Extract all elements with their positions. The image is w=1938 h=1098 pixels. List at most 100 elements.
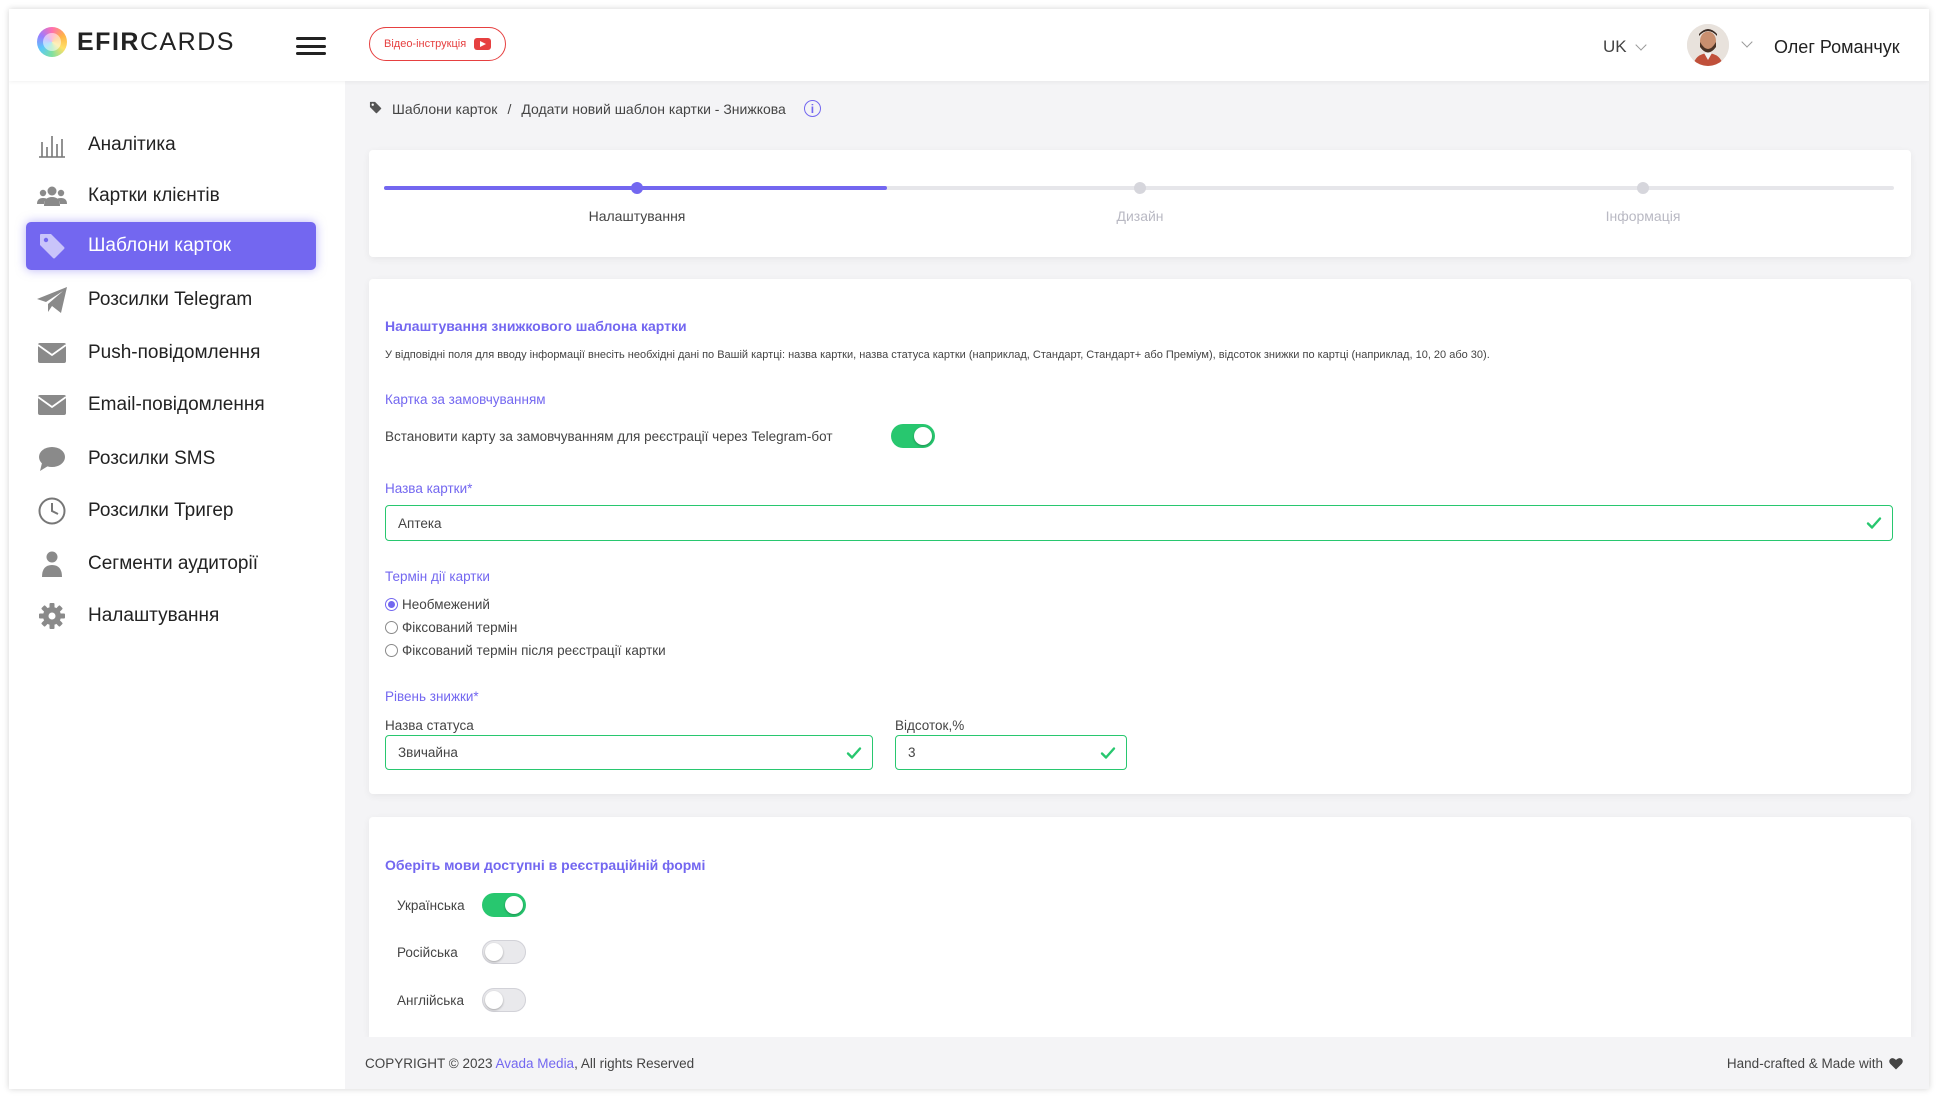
sidebar-item-telegram[interactable]: Розсилки Telegram (26, 276, 316, 324)
radio-icon (385, 598, 398, 611)
radio-icon (385, 644, 398, 657)
footer: COPYRIGHT © 2023 Avada Media, All rights… (345, 1037, 1929, 1089)
card-name-value: Аптека (398, 515, 442, 531)
sidebar-item-label: Шаблони карток (88, 235, 232, 256)
sidebar-item-trigger[interactable]: Розсилки Тригер (26, 487, 316, 535)
footer-credit-text: Hand-crafted & Made with (1726, 1056, 1883, 1071)
menu-toggle-icon[interactable] (296, 37, 326, 55)
user-icon (36, 549, 68, 579)
user-menu-chevron-icon[interactable] (1741, 36, 1753, 48)
language-selector[interactable]: UK (1603, 37, 1647, 57)
sidebar-item-label: Email-повідомлення (88, 394, 265, 415)
radio-icon (385, 621, 398, 634)
step-dot-settings[interactable] (631, 182, 643, 194)
footer-copyright: COPYRIGHT © 2023 Avada Media, All rights… (365, 1056, 694, 1071)
sidebar-item-label: Картки клієнтів (88, 185, 220, 206)
company-link[interactable]: Avada Media (496, 1056, 575, 1071)
status-name-input[interactable]: Звичайна (385, 735, 873, 770)
languages-title: Оберіть мови доступні в реєстраційній фо… (385, 857, 706, 873)
term-option-fixed-after-registration[interactable]: Фіксований термін після реєстрації картк… (385, 643, 666, 658)
breadcrumb: Шаблони карток / Додати новий шаблон кар… (369, 100, 821, 117)
app-window: EFIRCARDS Відео-інструкція UK Олег Роман… (9, 9, 1929, 1089)
language-label-russian: Російська (397, 945, 458, 960)
step-label-info[interactable]: Інформація (1606, 208, 1681, 224)
video-instruction-button[interactable]: Відео-інструкція (369, 27, 507, 61)
youtube-icon (474, 38, 492, 50)
logo-mark-icon (37, 27, 67, 57)
sidebar-item-segments[interactable]: Сегменти аудиторії (26, 540, 316, 588)
user-name[interactable]: Олег Романчук (1774, 37, 1900, 58)
term-option-fixed[interactable]: Фіксований термін (385, 620, 517, 635)
breadcrumb-parent-link[interactable]: Шаблони карток (392, 101, 497, 117)
term-option-unlimited[interactable]: Необмежений (385, 597, 490, 612)
logo[interactable]: EFIRCARDS (37, 27, 235, 57)
percent-label: Відсоток,% (895, 718, 965, 733)
sidebar-item-label: Розсилки Telegram (88, 289, 253, 310)
step-label-design[interactable]: Дизайн (1116, 208, 1163, 224)
term-option-label: Фіксований термін після реєстрації картк… (402, 643, 666, 658)
tag-icon (369, 101, 382, 117)
languages-card: Оберіть мови доступні в реєстраційній фо… (369, 817, 1911, 1037)
status-name-label: Назва статуса (385, 718, 474, 733)
sidebar-item-label: Розсилки SMS (88, 448, 216, 469)
sidebar-item-label: Аналітика (88, 134, 176, 155)
sidebar-item-sms[interactable]: Розсилки SMS (26, 435, 316, 483)
users-icon (36, 181, 68, 211)
step-dot-info[interactable] (1637, 182, 1649, 194)
gear-icon (36, 601, 68, 631)
footer-credit: Hand-crafted & Made with (1727, 1056, 1903, 1071)
term-label: Термін дії картки (385, 569, 490, 584)
percent-value: 3 (908, 745, 916, 760)
sidebar: Аналітика Картки клієнтів Шаблони карток… (9, 81, 345, 1089)
check-icon (1100, 747, 1116, 759)
sidebar-item-label: Налаштування (88, 605, 220, 626)
top-header: EFIRCARDS Відео-інструкція UK Олег Роман… (9, 9, 1929, 81)
check-icon (846, 747, 862, 759)
chevron-down-icon (1634, 39, 1647, 51)
sidebar-item-push[interactable]: Push-повідомлення (26, 329, 316, 377)
sidebar-item-label: Сегменти аудиторії (88, 553, 258, 574)
term-option-label: Фіксований термін (402, 620, 518, 635)
percent-input[interactable]: 3 (895, 735, 1127, 770)
card-name-label: Назва картки* (385, 481, 473, 496)
language-toggle-english[interactable] (482, 988, 526, 1012)
step-dot-design[interactable] (1134, 182, 1146, 194)
step-label-settings[interactable]: Налаштування (589, 208, 686, 224)
term-option-label: Необмежений (402, 597, 490, 612)
info-icon[interactable]: i (803, 100, 821, 117)
sidebar-item-label: Push-повідомлення (88, 342, 261, 363)
sidebar-item-email[interactable]: Email-повідомлення (26, 381, 316, 429)
card-name-input[interactable]: Аптека (385, 505, 1893, 541)
settings-card: Налаштування знижкового шаблона картки У… (369, 279, 1911, 794)
breadcrumb-current: Додати новий шаблон картки - Знижкова (521, 100, 786, 117)
avatar[interactable] (1687, 24, 1729, 66)
default-card-toggle[interactable] (891, 424, 935, 448)
copyright-suffix: , All rights Reserved (574, 1056, 695, 1071)
language-label-english: Англійська (397, 993, 464, 1008)
language-value: UK (1603, 37, 1627, 56)
logo-text: EFIRCARDS (77, 27, 235, 56)
clock-icon (36, 496, 68, 526)
sidebar-item-settings[interactable]: Налаштування (26, 592, 316, 640)
analytics-icon (36, 130, 68, 160)
status-name-value: Звичайна (398, 745, 458, 760)
language-label-ukrainian: Українська (397, 898, 465, 913)
default-card-toggle-text: Встановити карту за замовчуванням для ре… (385, 429, 833, 444)
discount-level-label: Рівень знижки* (385, 689, 479, 704)
sidebar-item-card-templates[interactable]: Шаблони карток (26, 222, 316, 270)
mail-icon (36, 390, 68, 420)
telegram-icon (36, 285, 68, 315)
default-card-label: Картка за замовчуванням (385, 392, 546, 407)
section-description: У відповідні поля для вводу інформації в… (385, 349, 1490, 361)
chat-bubble-icon (36, 444, 68, 474)
section-title: Налаштування знижкового шаблона картки (385, 318, 687, 334)
mail-icon (36, 338, 68, 368)
language-toggle-russian[interactable] (482, 940, 526, 964)
sidebar-item-label: Розсилки Тригер (88, 500, 234, 521)
language-toggle-ukrainian[interactable] (482, 893, 526, 917)
sidebar-item-analytics[interactable]: Аналітика (26, 121, 316, 169)
sidebar-item-clients[interactable]: Картки клієнтів (26, 172, 316, 220)
heart-icon (1889, 1058, 1903, 1070)
copyright-prefix: COPYRIGHT © 2023 (365, 1056, 493, 1071)
tag-icon (36, 231, 68, 261)
